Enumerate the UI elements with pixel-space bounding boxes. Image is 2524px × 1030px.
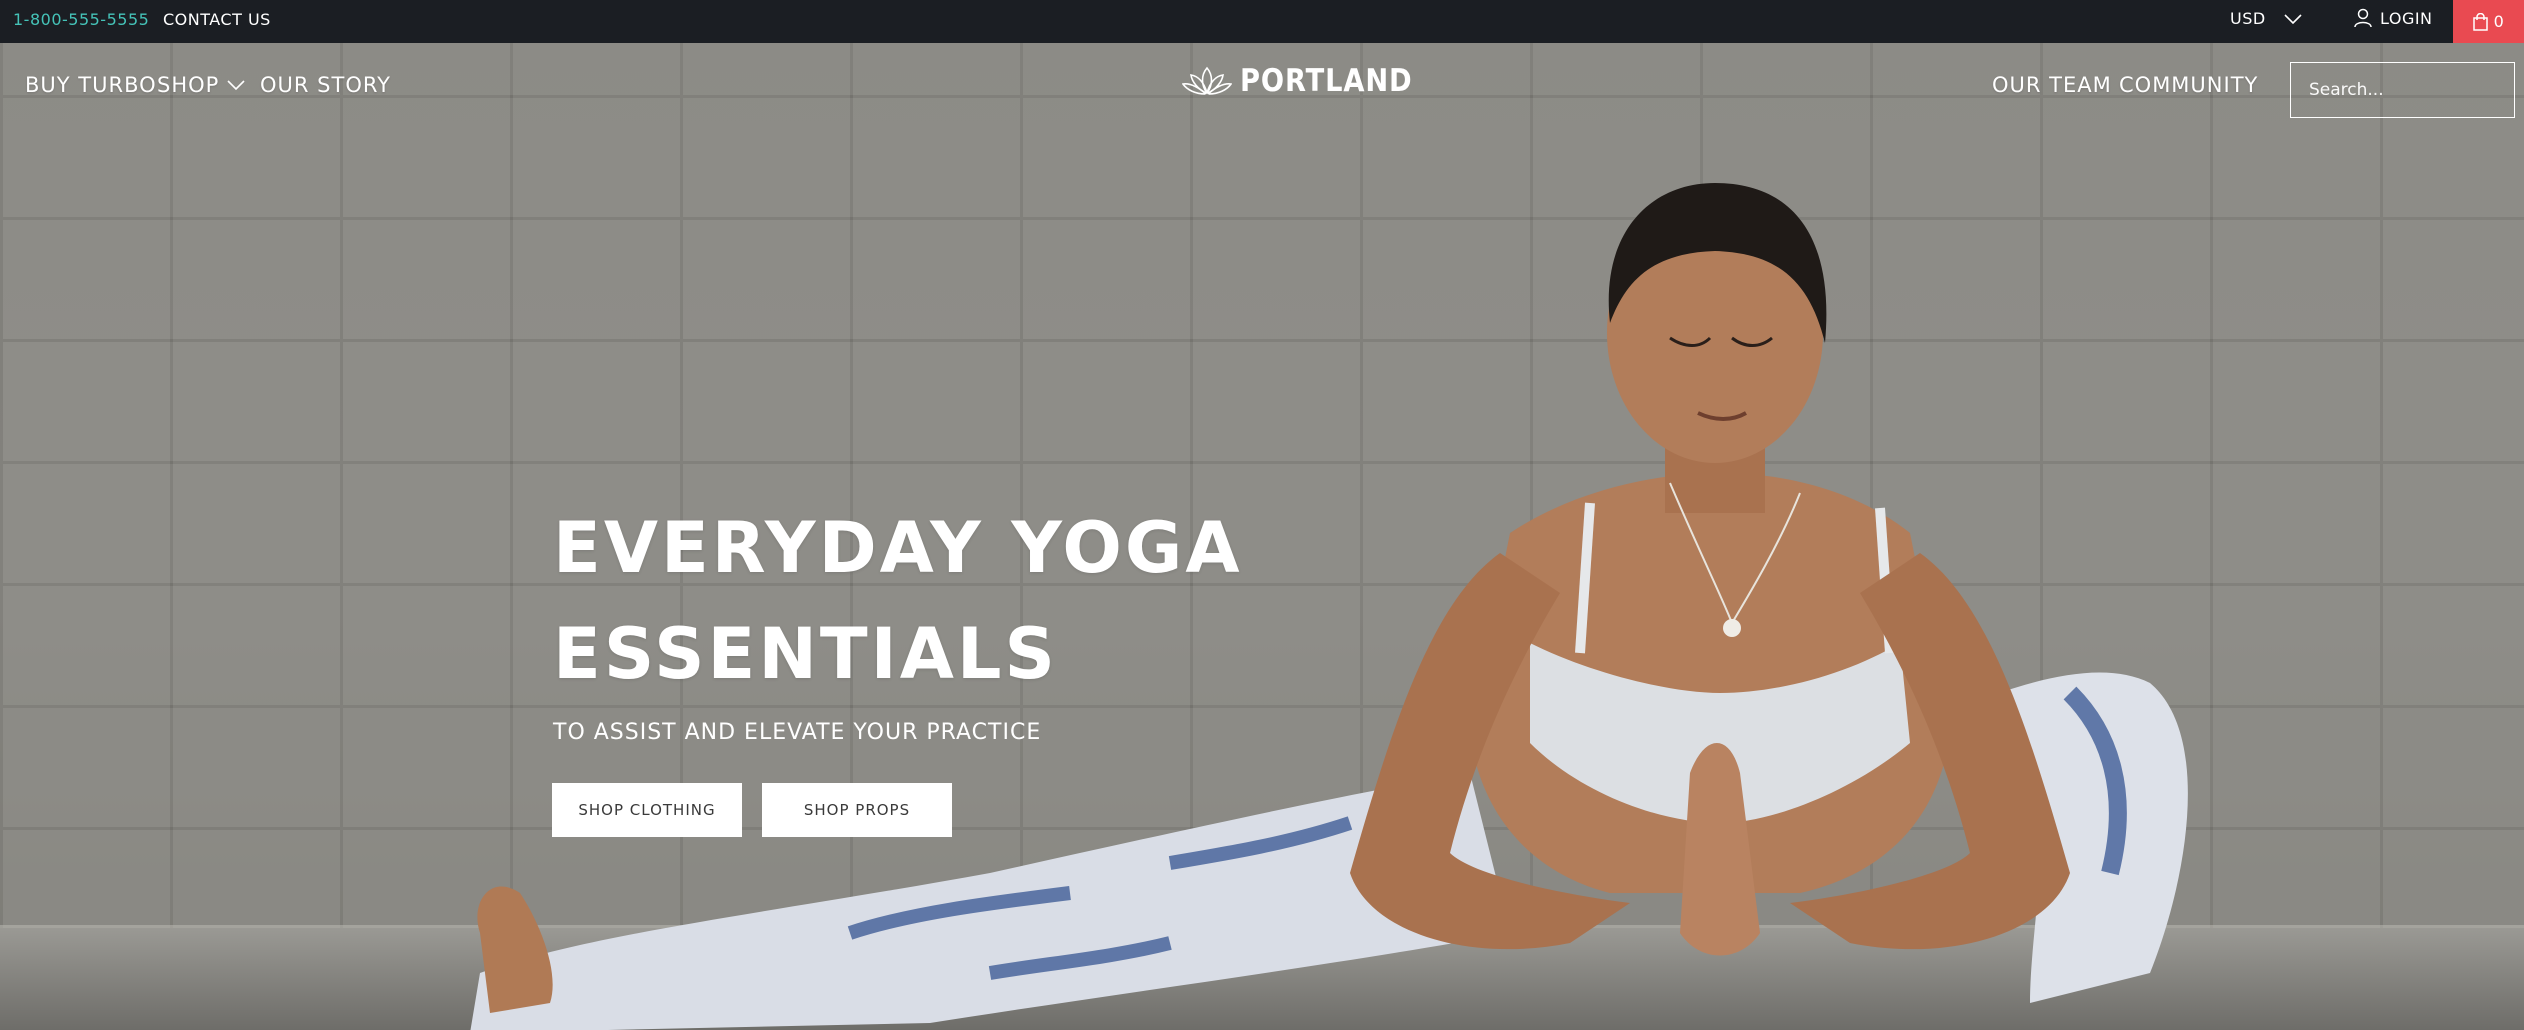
- login-link[interactable]: LOGIN: [2354, 8, 2433, 28]
- login-label: LOGIN: [2380, 8, 2433, 28]
- search-input[interactable]: [2309, 80, 2524, 100]
- chevron-down-icon: [2284, 13, 2302, 24]
- search-box: [2290, 62, 2524, 118]
- nav-shop-label: SHOP: [157, 73, 220, 97]
- nav-shop[interactable]: SHOP: [157, 73, 245, 97]
- hero-subheading: TO ASSIST AND ELEVATE YOUR PRACTICE: [553, 720, 1042, 745]
- cart-count: 0: [2493, 12, 2505, 31]
- nav-our-team[interactable]: OUR TEAM: [1992, 73, 2112, 97]
- chevron-down-icon: [227, 80, 245, 91]
- nav-community[interactable]: COMMUNITY: [2119, 73, 2258, 97]
- portland-logo[interactable]: PORTLAND: [1182, 63, 1436, 99]
- logo-text: PORTLAND: [1240, 63, 1413, 99]
- top-utility-bar: 1-800-555-5555 CONTACT US USD LOGIN 0: [0, 0, 2524, 43]
- cart-button[interactable]: 0: [2453, 0, 2524, 43]
- bag-icon: [2472, 12, 2488, 31]
- main-navigation: BUY TURBO SHOP OUR STORY PORTLAND OUR TE…: [0, 43, 2524, 133]
- shop-clothing-button[interactable]: SHOP CLOTHING: [552, 783, 742, 837]
- shop-props-button[interactable]: SHOP PROPS: [762, 783, 952, 837]
- lotus-icon: [1182, 66, 1232, 95]
- hero-banner: [0, 43, 2524, 1030]
- currency-label: USD: [2230, 9, 2266, 28]
- hero-headline-line1: EVERYDAY YOGA: [553, 507, 1243, 589]
- nav-our-story[interactable]: OUR STORY: [260, 73, 391, 97]
- contact-us-link[interactable]: CONTACT US: [163, 10, 271, 29]
- hero-headline: EVERYDAY YOGA ESSENTIALS: [553, 495, 1253, 707]
- currency-selector[interactable]: USD: [2230, 9, 2302, 28]
- nav-buy-turbo[interactable]: BUY TURBO: [25, 73, 157, 97]
- hero-headline-line2: ESSENTIALS: [553, 613, 1058, 695]
- user-icon: [2354, 8, 2372, 28]
- phone-link[interactable]: 1-800-555-5555: [13, 10, 149, 29]
